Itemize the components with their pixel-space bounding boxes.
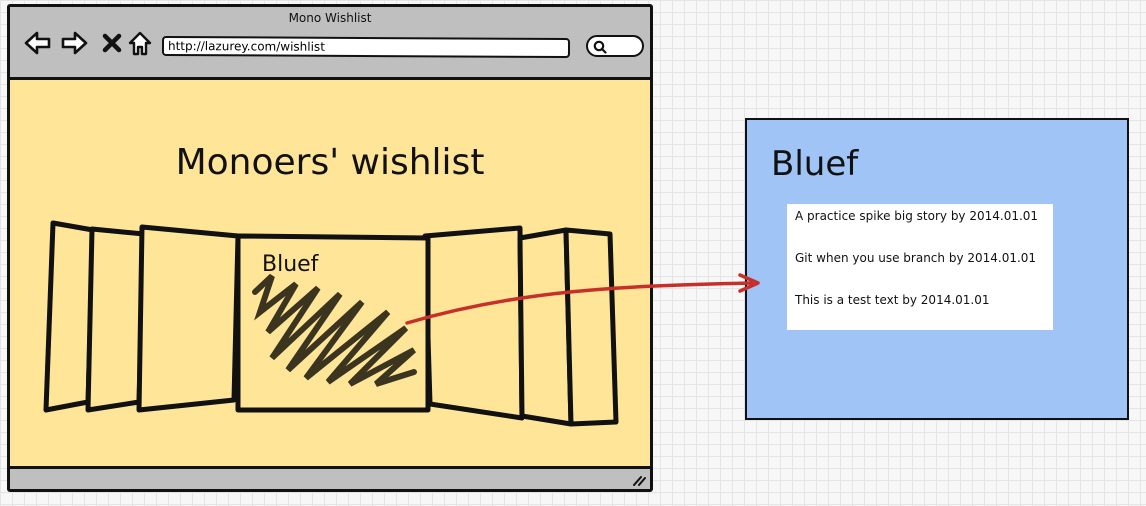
card-carousel <box>43 220 619 427</box>
arrow-left-icon[interactable] <box>24 29 52 57</box>
arrow-right-icon[interactable] <box>60 29 88 57</box>
page-content: Monoers' wishlist Bluef <box>10 77 650 469</box>
page-title: Monoers' wishlist <box>175 142 485 183</box>
browser-window: Mono Wishlist http://lazurey.com/wishlis… <box>7 4 653 492</box>
search-icon <box>593 40 607 54</box>
detail-panel: Bluef A practice spike big story by 2014… <box>745 118 1129 420</box>
search-field[interactable] <box>586 35 644 57</box>
list-item[interactable]: A practice spike big story by 2014.01.01 <box>795 209 1038 223</box>
wishlist-card-right-3 <box>422 225 525 421</box>
detail-title: Bluef <box>771 144 859 184</box>
close-icon[interactable] <box>98 29 126 57</box>
resize-grip-icon[interactable] <box>632 474 646 486</box>
card-image-scribble <box>252 273 417 387</box>
window-title: Mono Wishlist <box>288 11 372 25</box>
wishlist-card-right-1 <box>563 227 619 427</box>
url-input[interactable]: http://lazurey.com/wishlist <box>161 35 571 59</box>
list-item[interactable]: Git when you use branch by 2014.01.01 <box>795 251 1036 265</box>
wishlist-card-right-2 <box>517 227 574 427</box>
home-icon[interactable] <box>126 29 154 57</box>
wishlist-card-left-1 <box>43 220 96 413</box>
wishlist-card-left-2 <box>85 226 147 413</box>
wishlist-card-left-3 <box>136 224 241 413</box>
wish-list: A practice spike big story by 2014.01.01… <box>787 204 1053 330</box>
list-item[interactable]: This is a test text by 2014.01.01 <box>795 293 990 307</box>
focused-card-label[interactable]: Bluef <box>262 252 318 277</box>
